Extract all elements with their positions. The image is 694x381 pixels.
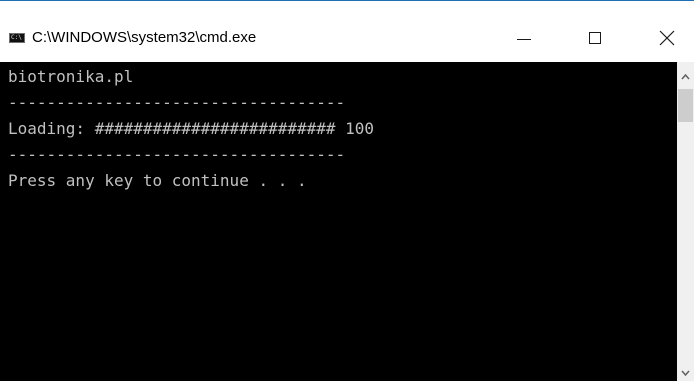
maximize-button[interactable]	[573, 17, 619, 61]
scroll-down-arrow-icon	[681, 370, 690, 377]
console-line: Loading: ######################### 100	[8, 119, 375, 138]
maximize-icon	[589, 32, 601, 44]
close-button[interactable]	[645, 17, 691, 61]
console-line: -----------------------------------	[8, 93, 346, 112]
console-output[interactable]: biotronika.pl --------------------------…	[0, 62, 677, 381]
scroll-up-button[interactable]	[677, 62, 694, 88]
vertical-scrollbar[interactable]	[677, 62, 694, 381]
console-line: -----------------------------------	[8, 145, 346, 164]
cmd-window: C:\ C:\WINDOWS\system32\cmd.exe biotroni…	[0, 0, 694, 381]
scroll-up-arrow-icon	[681, 73, 690, 80]
close-icon	[659, 30, 675, 46]
window-title: C:\WINDOWS\system32\cmd.exe	[32, 29, 257, 46]
scroll-thumb[interactable]	[678, 89, 693, 122]
title-bar[interactable]: C:\ C:\WINDOWS\system32\cmd.exe	[0, 1, 694, 62]
console-line: Press any key to continue . . .	[8, 171, 307, 190]
minimize-button[interactable]	[501, 17, 547, 61]
minimize-icon	[517, 39, 531, 40]
console-line: biotronika.pl	[8, 67, 134, 86]
cmd-console-icon[interactable]: C:\	[9, 33, 25, 43]
scroll-down-button[interactable]	[677, 364, 694, 381]
